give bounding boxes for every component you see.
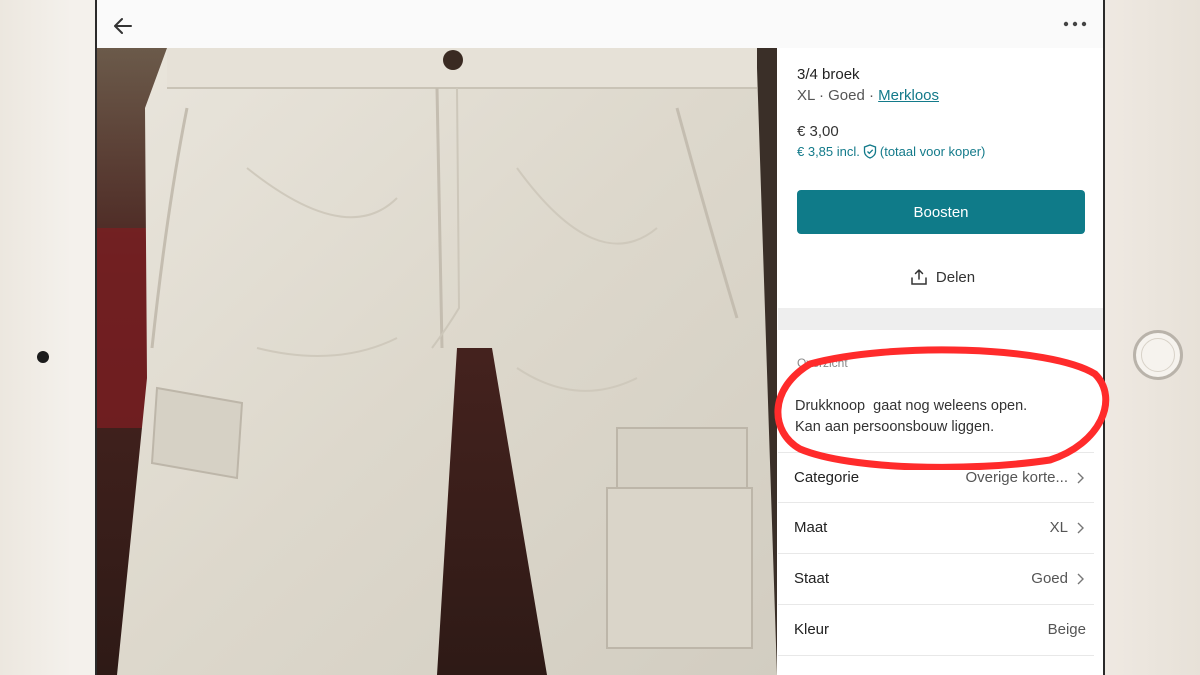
item-price: € 3,00 (797, 123, 839, 140)
share-label: Delen (935, 268, 976, 286)
price-incl: € 3,85 incl. (797, 144, 860, 159)
attribute-value: Beige (1047, 621, 1086, 638)
share-button[interactable]: Delen (778, 268, 1103, 286)
item-subtitle: XL · Goed · Merkloos (797, 87, 939, 104)
overview-label: Overzicht (797, 356, 848, 370)
shield-check-icon[interactable] (863, 144, 877, 159)
buyer-total-note: (totaal voor koper) (879, 144, 986, 159)
boost-button[interactable]: Boosten (797, 190, 1085, 234)
attribute-row-condition[interactable]: Staat Goed (778, 553, 1094, 603)
front-camera (37, 351, 49, 363)
item-title: 3/4 broek (797, 66, 860, 83)
more-horizontal-icon[interactable] (1061, 14, 1089, 34)
item-description: Drukknoop gaat nog weleens open. Kan aan… (795, 396, 1095, 438)
attribute-label: Staat (794, 570, 830, 587)
attribute-label: Maat (794, 519, 828, 536)
item-photo[interactable] (97, 48, 777, 675)
top-bar (97, 0, 1103, 48)
shorts-photo-illustration (97, 48, 777, 675)
chevron-right-icon (1077, 573, 1084, 585)
chevron-right-icon (1077, 472, 1084, 484)
arrow-left-icon[interactable] (111, 14, 135, 38)
price-incl-row: € 3,85 incl. (totaal voor koper) (797, 144, 985, 159)
attribute-label: Kleur (794, 621, 830, 638)
home-button[interactable] (1133, 330, 1183, 380)
app-screen: 3/4 broek XL · Goed · Merkloos € 3,00 € … (95, 0, 1105, 675)
description-line: Kan aan persoonsbouw liggen. (795, 419, 995, 435)
section-divider (778, 308, 1103, 330)
chevron-right-icon (1077, 522, 1084, 534)
attribute-row-category[interactable]: Categorie Overige korte... (778, 452, 1094, 502)
attribute-value: XL (1049, 519, 1068, 536)
size-condition-text: XL · Goed · (797, 87, 879, 104)
description-line: Drukknoop gaat nog weleens open. (795, 398, 1028, 414)
attribute-label: Categorie (794, 469, 860, 486)
item-details-panel: 3/4 broek XL · Goed · Merkloos € 3,00 € … (778, 48, 1103, 675)
attribute-row-size[interactable]: Maat XL (778, 502, 1094, 552)
attribute-value: Goed (1031, 570, 1068, 587)
attribute-row-color[interactable]: Kleur Beige (778, 604, 1094, 654)
brand-link[interactable]: Merkloos (878, 87, 939, 104)
attribute-value: Overige korte... (965, 469, 1068, 486)
attribute-row-next[interactable] (778, 655, 1094, 675)
share-icon (911, 269, 927, 285)
